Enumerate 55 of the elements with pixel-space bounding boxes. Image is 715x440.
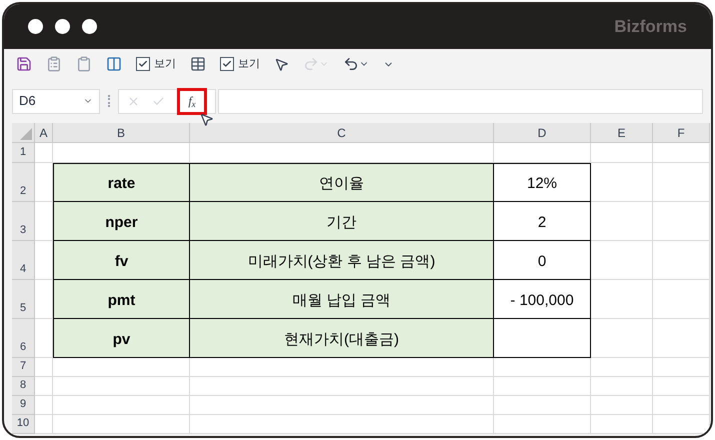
enter-button[interactable] bbox=[152, 94, 165, 108]
corner-triangle-icon bbox=[20, 128, 32, 140]
column-header[interactable]: C bbox=[190, 123, 494, 143]
table-cell: - 100,000 bbox=[494, 280, 591, 319]
table-cell: 현재가치(대출금) bbox=[190, 319, 494, 358]
table-cell: 매월 납입 금액 bbox=[190, 280, 494, 319]
columns-icon bbox=[106, 56, 122, 72]
table-cell: pv bbox=[53, 319, 190, 358]
table-cell: rate bbox=[53, 163, 190, 202]
mouse-cursor-icon bbox=[199, 112, 214, 126]
close-icon bbox=[127, 94, 140, 108]
cancel-button[interactable] bbox=[127, 94, 140, 108]
row-header[interactable]: 6 bbox=[12, 319, 35, 358]
table-icon bbox=[190, 56, 206, 72]
table-cell: 연이율 bbox=[190, 163, 494, 202]
redo-icon bbox=[303, 56, 319, 72]
check-icon bbox=[222, 59, 232, 69]
column-header[interactable]: D bbox=[494, 123, 591, 143]
checkbox-label: 보기 bbox=[238, 56, 260, 72]
select-all-corner[interactable] bbox=[12, 123, 35, 143]
undo-icon bbox=[343, 56, 359, 72]
column-header[interactable]: A bbox=[35, 123, 53, 143]
row-header[interactable]: 10 bbox=[12, 415, 35, 434]
table-cell: 12% bbox=[494, 163, 591, 202]
row-header[interactable]: 1 bbox=[12, 143, 35, 163]
clipboard-icon bbox=[76, 56, 92, 72]
table-cell: 기간 bbox=[190, 202, 494, 241]
save-icon bbox=[16, 56, 32, 72]
column-header[interactable]: B bbox=[53, 123, 190, 143]
table-cell: fv bbox=[53, 241, 190, 280]
pointer-icon bbox=[274, 56, 289, 72]
row-header[interactable]: 5 bbox=[12, 280, 35, 319]
row-header[interactable]: 3 bbox=[12, 202, 35, 241]
checkbox[interactable] bbox=[136, 57, 150, 71]
row-header[interactable]: 8 bbox=[12, 377, 35, 396]
checkbox-label: 보기 bbox=[154, 56, 176, 72]
table-cell: 0 bbox=[494, 241, 591, 280]
table-cell: pmt bbox=[53, 280, 190, 319]
insert-function-button[interactable]: f$_{x}$ bbox=[177, 88, 207, 114]
name-box[interactable]: D6 bbox=[12, 88, 100, 114]
formula-input[interactable] bbox=[218, 88, 703, 114]
clipboard-icon bbox=[46, 56, 62, 72]
table-cell: 2 bbox=[494, 202, 591, 241]
table-cell: nper bbox=[53, 202, 190, 241]
checkbox[interactable] bbox=[220, 57, 234, 71]
row-header[interactable]: 9 bbox=[12, 396, 35, 415]
row-header[interactable]: 4 bbox=[12, 241, 35, 280]
column-header[interactable]: F bbox=[653, 123, 710, 143]
brand-label: Bizforms bbox=[614, 16, 687, 38]
row-header[interactable]: 7 bbox=[12, 358, 35, 377]
column-header[interactable]: E bbox=[591, 123, 653, 143]
table-cell: 미래가치(상환 후 남은 금액) bbox=[190, 241, 494, 280]
check-icon bbox=[152, 94, 165, 108]
row-header[interactable]: 2 bbox=[12, 163, 35, 202]
check-icon bbox=[138, 59, 148, 69]
